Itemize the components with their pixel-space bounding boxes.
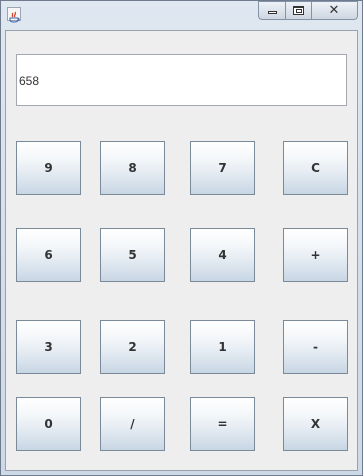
- key-4-button[interactable]: 4: [190, 228, 255, 282]
- window-controls: ✕: [258, 1, 360, 21]
- key-7-button[interactable]: 7: [190, 141, 255, 195]
- key-6-button[interactable]: 6: [16, 228, 81, 282]
- key-8-button[interactable]: 8: [100, 141, 165, 195]
- divide-button[interactable]: /: [100, 397, 165, 451]
- plus-button[interactable]: +: [283, 228, 348, 282]
- calculator-window: ✕ 658 9 8 7 C 6 5 4 + 3 2 1 - 0 / = X: [0, 0, 363, 476]
- key-9-button[interactable]: 9: [16, 141, 81, 195]
- minimize-button[interactable]: [258, 1, 286, 20]
- key-0-button[interactable]: 0: [16, 397, 81, 451]
- key-2-button[interactable]: 2: [100, 320, 165, 374]
- title-bar[interactable]: ✕: [1, 1, 362, 27]
- key-1-button[interactable]: 1: [190, 320, 255, 374]
- equals-button[interactable]: =: [190, 397, 255, 451]
- java-app-icon: [7, 7, 21, 23]
- minus-button[interactable]: -: [283, 320, 348, 374]
- minimize-icon: [268, 11, 277, 14]
- close-icon: ✕: [328, 3, 340, 18]
- maximize-button[interactable]: [286, 1, 312, 20]
- key-5-button[interactable]: 5: [100, 228, 165, 282]
- key-3-button[interactable]: 3: [16, 320, 81, 374]
- calculator-panel: 658 9 8 7 C 6 5 4 + 3 2 1 - 0 / = X: [5, 30, 358, 471]
- clear-button[interactable]: C: [283, 141, 348, 195]
- display-field[interactable]: 658: [16, 54, 347, 106]
- close-button[interactable]: ✕: [312, 1, 358, 20]
- multiply-button[interactable]: X: [283, 397, 348, 451]
- maximize-icon: [293, 6, 304, 15]
